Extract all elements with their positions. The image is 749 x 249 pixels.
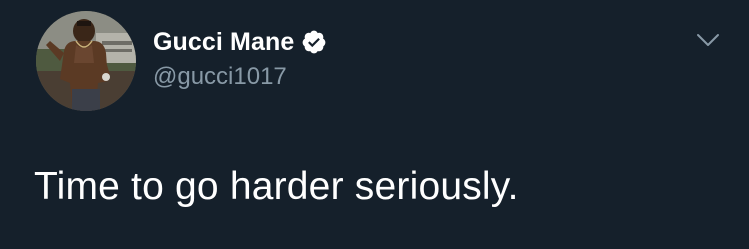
author-handle[interactable]: @gucci1017 xyxy=(153,61,287,93)
display-name[interactable]: Gucci Mane xyxy=(153,25,294,59)
profile-photo-icon xyxy=(36,11,136,111)
author-name-row: Gucci Mane xyxy=(153,25,327,59)
chevron-down-icon[interactable] xyxy=(695,30,721,50)
tweet-card[interactable]: Gucci Mane @gucci1017 Time to go harder … xyxy=(0,0,749,249)
avatar[interactable] xyxy=(36,11,136,111)
verified-badge-icon xyxy=(301,29,327,55)
tweet-text: Time to go harder seriously. xyxy=(34,165,519,208)
